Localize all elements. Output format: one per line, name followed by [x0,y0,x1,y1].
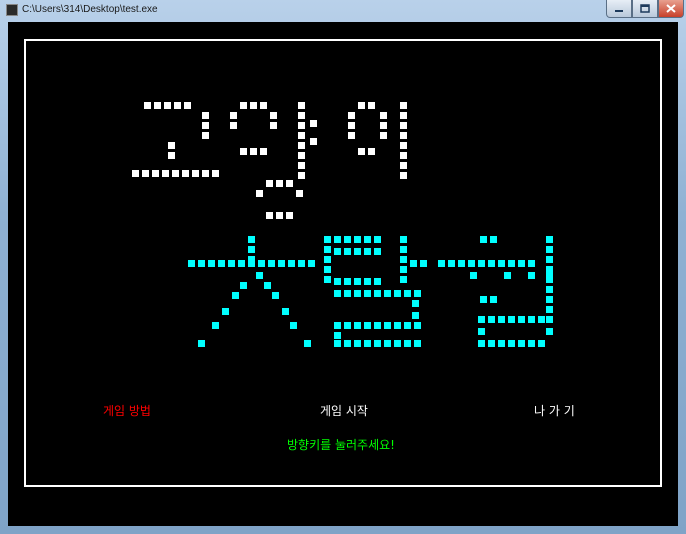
logo-line-white [132,102,407,219]
key-prompt: 방향키를 눌러주세요! [287,438,395,452]
maximize-button[interactable] [632,0,658,18]
menu-start-game[interactable]: 게임 시작 [320,402,368,419]
close-icon [666,4,676,13]
minimize-button[interactable] [606,0,632,18]
menu-how-to-play[interactable]: 게임 방법 [103,402,151,419]
window-title: C:\Users\314\Desktop\test.exe [22,4,158,15]
menu-exit[interactable]: 나 가 기 [534,402,575,419]
minimize-icon [615,9,623,12]
console-window: C:\Users\314\Desktop\test.exe 게임 방법 게임 시… [0,0,686,534]
maximize-icon [640,4,650,13]
console-app-icon [6,4,18,16]
console-area: 게임 방법 게임 시작 나 가 기 방향키를 눌러주세요! [8,22,678,526]
close-button[interactable] [658,0,684,18]
title-bar[interactable]: C:\Users\314\Desktop\test.exe [0,0,686,22]
logo-line-cyan [188,236,553,347]
